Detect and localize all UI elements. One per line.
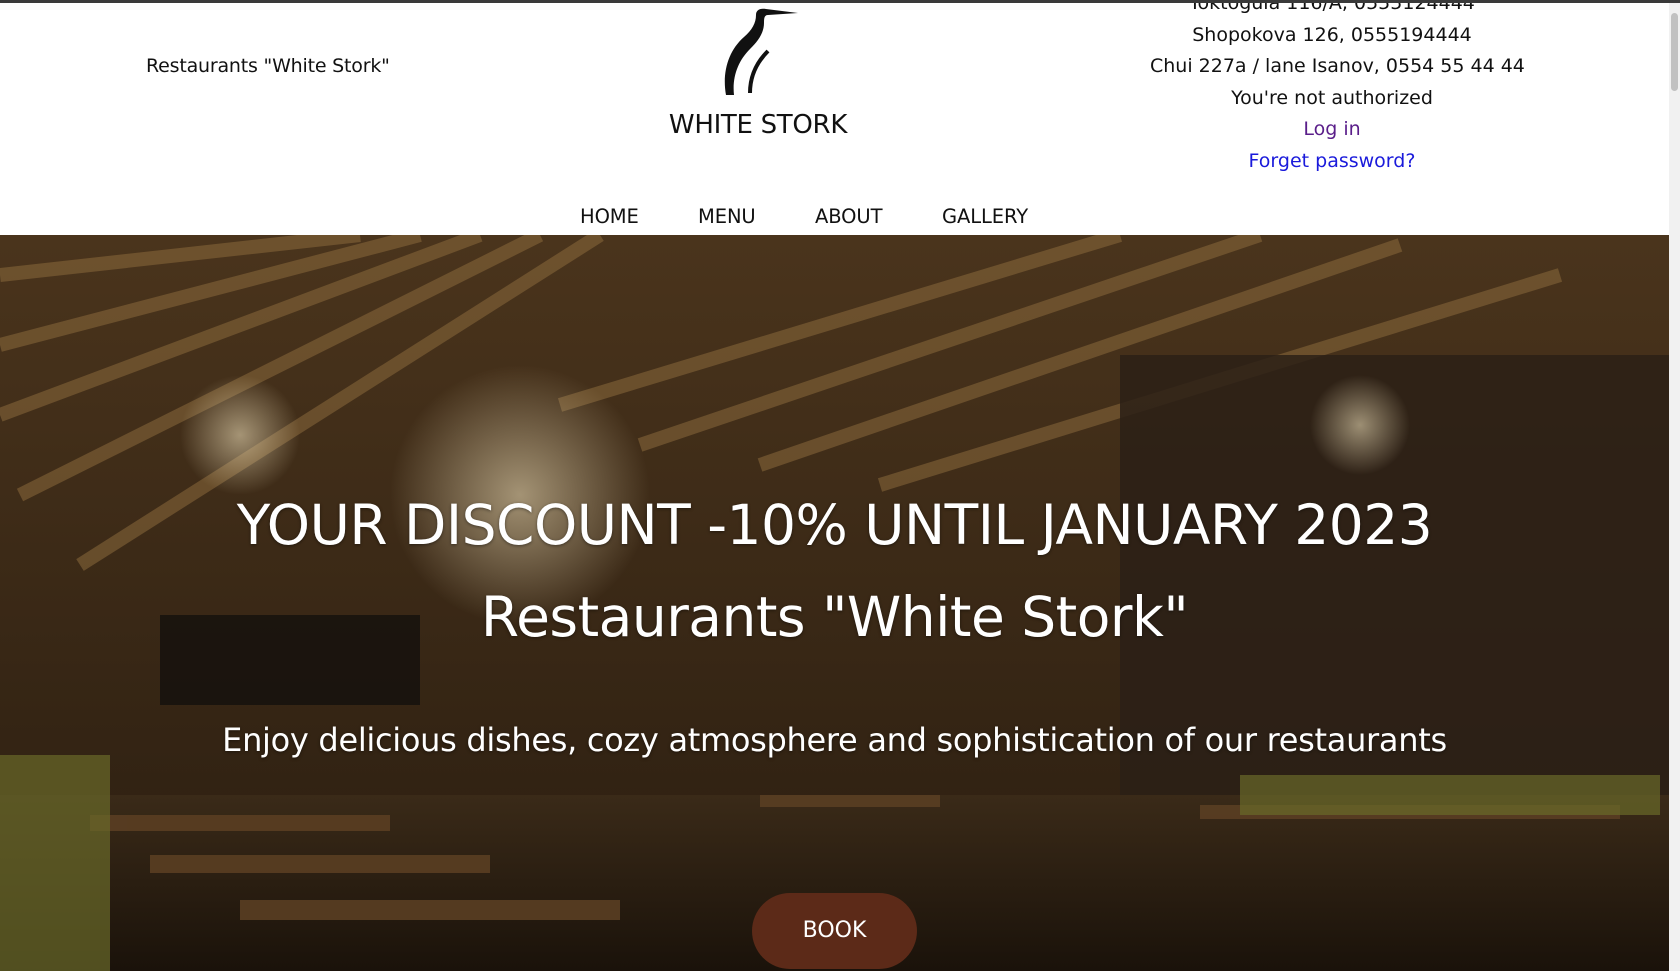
brand-name: Restaurants "White Stork": [146, 55, 390, 77]
main-nav: HOME MENU ABOUT GALLERY: [0, 205, 1669, 235]
forgot-password-link[interactable]: Forget password?: [1150, 146, 1514, 178]
address-chui: Chui 227a / lane Isanov, 0554 55 44 44: [1150, 55, 1525, 77]
discount-headline: YOUR DISCOUNT -10% UNTIL JANUARY 2023: [236, 493, 1433, 557]
address-shopokova: Shopokova 126, 0555194444: [1192, 23, 1472, 46]
logo-title: WHITE STORK: [668, 110, 848, 140]
contacts-block: Toktogula 116/A, 0555124444 Shopokova 12…: [1150, 0, 1525, 178]
nav-gallery[interactable]: GALLERY: [942, 205, 1028, 228]
auth-status: You're not authorized: [1231, 86, 1433, 109]
nav-about[interactable]: ABOUT: [815, 205, 883, 228]
stork-logo-icon[interactable]: [720, 3, 800, 99]
hero-banner: YOUR DISCOUNT -10% UNTIL JANUARY 2023 Re…: [0, 235, 1669, 971]
page-scrollbar[interactable]: [1669, 3, 1680, 971]
site-header: Restaurants "White Stork" WHITE STORK To…: [0, 0, 1669, 235]
hero-subtitle: Enjoy delicious dishes, cozy atmosphere …: [222, 721, 1447, 759]
hero-restaurant-name: Restaurants "White Stork": [480, 585, 1189, 649]
scrollbar-thumb[interactable]: [1671, 13, 1678, 91]
login-link[interactable]: Log in: [1150, 114, 1514, 146]
top-border: [0, 0, 1680, 3]
nav-menu[interactable]: MENU: [698, 205, 756, 228]
nav-home[interactable]: HOME: [580, 205, 639, 228]
book-button[interactable]: BOOK: [752, 893, 917, 969]
